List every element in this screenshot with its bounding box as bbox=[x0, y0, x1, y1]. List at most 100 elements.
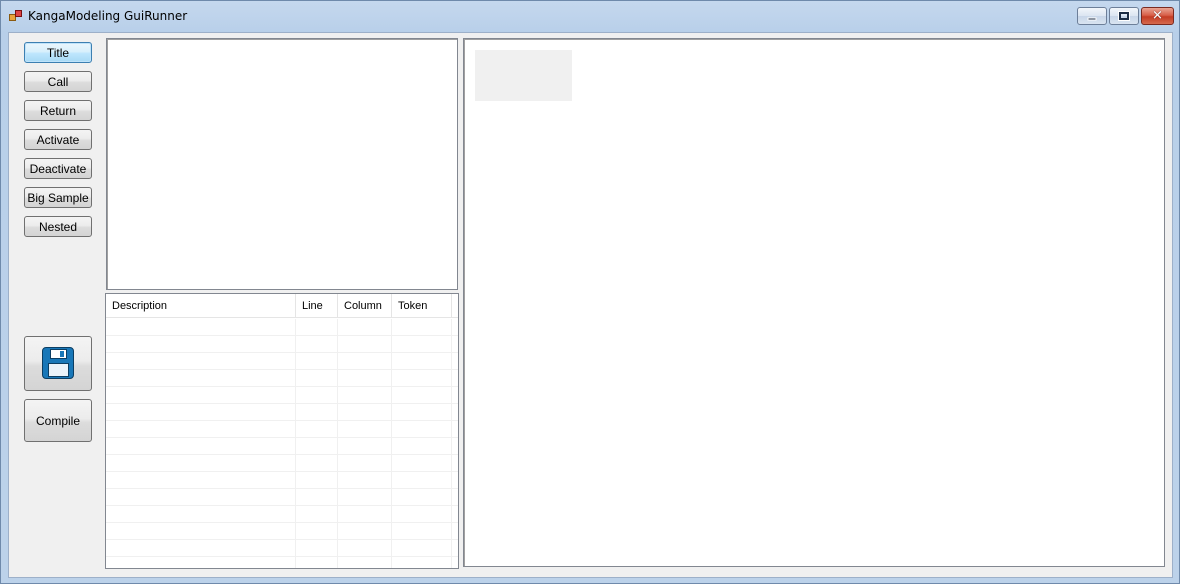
diagram-canvas[interactable] bbox=[463, 38, 1165, 567]
table-cell bbox=[106, 523, 296, 540]
column-header-description[interactable]: Description bbox=[106, 294, 296, 318]
minimize-icon bbox=[1087, 17, 1097, 21]
activate-button[interactable]: Activate bbox=[24, 129, 92, 150]
table-cell bbox=[338, 421, 392, 438]
minimize-button[interactable] bbox=[1077, 7, 1107, 25]
close-icon: ✕ bbox=[1152, 8, 1163, 24]
table-cell bbox=[392, 506, 452, 523]
column-header-token[interactable]: Token bbox=[392, 294, 452, 318]
table-row bbox=[106, 540, 458, 557]
table-cell bbox=[338, 404, 392, 421]
table-cell bbox=[392, 421, 452, 438]
caption-buttons: ✕ bbox=[1077, 7, 1174, 25]
table-cell bbox=[296, 472, 338, 489]
grid-header: Description Line Column Token bbox=[106, 294, 458, 318]
diagram-placeholder bbox=[475, 50, 572, 101]
table-cell bbox=[338, 557, 392, 568]
return-button[interactable]: Return bbox=[24, 100, 92, 121]
maximize-button[interactable] bbox=[1109, 7, 1139, 25]
table-cell bbox=[296, 336, 338, 353]
table-cell bbox=[392, 540, 452, 557]
column-header-line[interactable]: Line bbox=[296, 294, 338, 318]
table-cell bbox=[106, 353, 296, 370]
table-row bbox=[106, 353, 458, 370]
big-sample-button[interactable]: Big Sample bbox=[24, 187, 92, 208]
call-button[interactable]: Call bbox=[24, 71, 92, 92]
table-cell bbox=[106, 557, 296, 568]
table-cell bbox=[338, 336, 392, 353]
app-icon[interactable] bbox=[9, 10, 23, 22]
table-cell bbox=[296, 353, 338, 370]
table-cell bbox=[392, 319, 452, 336]
table-cell bbox=[392, 336, 452, 353]
table-cell bbox=[338, 387, 392, 404]
close-button[interactable]: ✕ bbox=[1141, 7, 1174, 25]
compile-button[interactable]: Compile bbox=[24, 399, 92, 442]
table-row bbox=[106, 421, 458, 438]
table-cell bbox=[338, 523, 392, 540]
table-row bbox=[106, 455, 458, 472]
table-row bbox=[106, 557, 458, 568]
title-button[interactable]: Title bbox=[24, 42, 92, 63]
table-row bbox=[106, 489, 458, 506]
table-cell bbox=[392, 455, 452, 472]
table-cell bbox=[338, 540, 392, 557]
table-cell bbox=[392, 404, 452, 421]
save-button[interactable] bbox=[24, 336, 92, 391]
title-bar[interactable]: KangaModeling GuiRunner ✕ bbox=[1, 1, 1179, 32]
table-row bbox=[106, 523, 458, 540]
errors-grid[interactable]: Description Line Column Token bbox=[105, 293, 459, 569]
table-cell bbox=[296, 319, 338, 336]
table-row bbox=[106, 438, 458, 455]
table-cell bbox=[392, 438, 452, 455]
table-cell bbox=[296, 506, 338, 523]
table-cell bbox=[338, 472, 392, 489]
table-cell bbox=[338, 455, 392, 472]
table-cell bbox=[392, 523, 452, 540]
table-row bbox=[106, 472, 458, 489]
table-cell bbox=[338, 438, 392, 455]
table-row bbox=[106, 387, 458, 404]
table-cell bbox=[338, 506, 392, 523]
nested-button[interactable]: Nested bbox=[24, 216, 92, 237]
table-cell bbox=[296, 455, 338, 472]
table-cell bbox=[392, 387, 452, 404]
table-cell bbox=[106, 455, 296, 472]
table-cell bbox=[296, 540, 338, 557]
table-cell bbox=[296, 489, 338, 506]
table-cell bbox=[106, 370, 296, 387]
app-window: KangaModeling GuiRunner ✕ Title Call Ret… bbox=[0, 0, 1180, 584]
floppy-disk-icon bbox=[42, 347, 74, 379]
table-cell bbox=[106, 319, 296, 336]
table-cell bbox=[296, 438, 338, 455]
table-cell bbox=[296, 387, 338, 404]
table-cell bbox=[392, 472, 452, 489]
table-cell bbox=[392, 353, 452, 370]
table-cell bbox=[106, 489, 296, 506]
table-cell bbox=[338, 353, 392, 370]
table-cell bbox=[106, 540, 296, 557]
table-cell bbox=[338, 370, 392, 387]
source-text-area[interactable] bbox=[106, 38, 458, 290]
column-header-column[interactable]: Column bbox=[338, 294, 392, 318]
table-cell bbox=[338, 489, 392, 506]
window-title: KangaModeling GuiRunner bbox=[28, 9, 188, 23]
table-cell bbox=[106, 404, 296, 421]
client-area: Title Call Return Activate Deactivate Bi… bbox=[8, 32, 1173, 578]
table-cell bbox=[296, 421, 338, 438]
deactivate-button[interactable]: Deactivate bbox=[24, 158, 92, 179]
table-cell bbox=[106, 438, 296, 455]
table-row bbox=[106, 370, 458, 387]
table-cell bbox=[106, 506, 296, 523]
table-cell bbox=[106, 472, 296, 489]
table-row bbox=[106, 506, 458, 523]
table-cell bbox=[296, 557, 338, 568]
table-cell bbox=[106, 421, 296, 438]
table-cell bbox=[296, 523, 338, 540]
table-cell bbox=[296, 370, 338, 387]
table-cell bbox=[392, 557, 452, 568]
table-row bbox=[106, 319, 458, 336]
table-row bbox=[106, 336, 458, 353]
maximize-icon bbox=[1118, 11, 1130, 21]
table-cell bbox=[392, 489, 452, 506]
